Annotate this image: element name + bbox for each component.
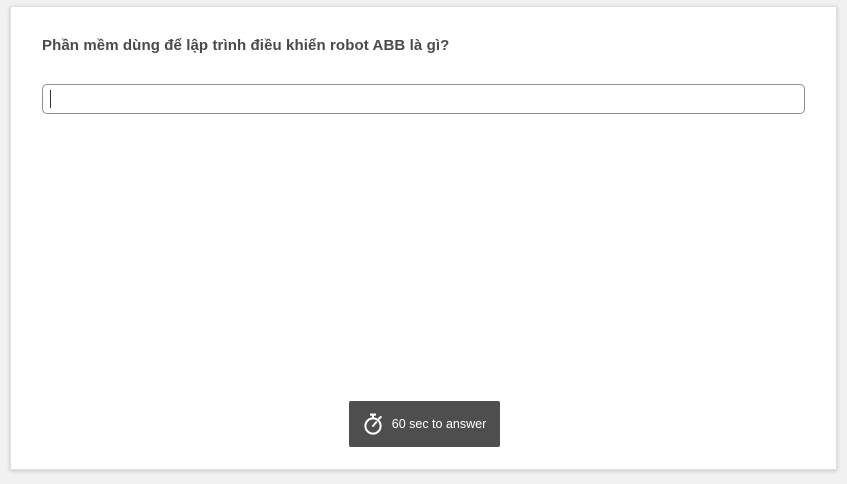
- quiz-card: Phần mềm dùng để lập trình điều khiển ro…: [10, 6, 837, 470]
- timer-label: 60 sec to answer: [391, 417, 487, 431]
- stopwatch-icon: [364, 413, 382, 435]
- answer-input[interactable]: [42, 84, 805, 114]
- question-text: Phần mềm dùng để lập trình điều khiển ro…: [42, 37, 450, 54]
- timer-badge: 60 sec to answer: [349, 401, 500, 447]
- text-caret: [50, 90, 51, 108]
